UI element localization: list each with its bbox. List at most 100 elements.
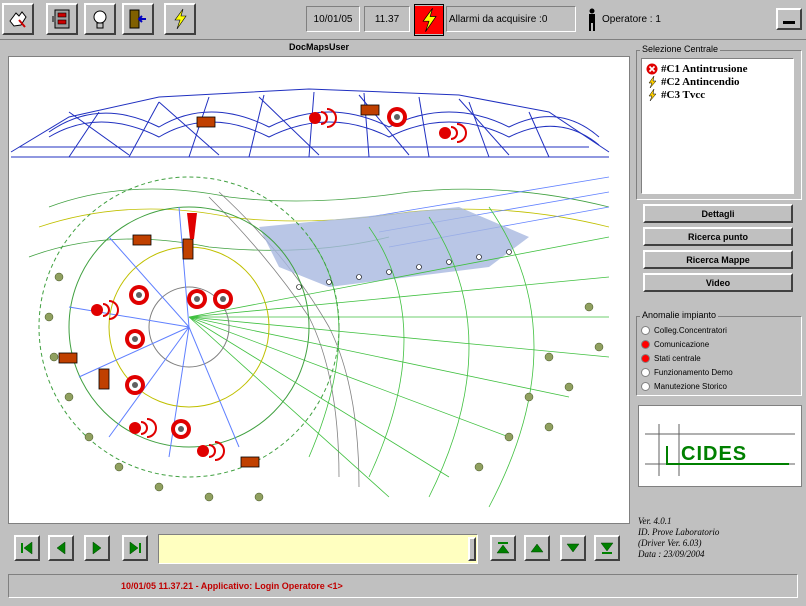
detector-icon	[187, 289, 207, 309]
version-number: Ver. 4.0.1	[638, 516, 672, 526]
lightbulb-icon	[93, 10, 107, 29]
status-bar: 10/01/05 11.37.21 - Applicativo: Login O…	[8, 574, 798, 598]
up-button[interactable]	[524, 535, 550, 561]
marker-icon	[187, 213, 197, 239]
detector-icon	[125, 329, 145, 349]
first-page-button[interactable]	[14, 535, 40, 561]
time-display: 11.37	[364, 6, 410, 32]
detector-icon	[213, 289, 233, 309]
status-indicator	[641, 339, 650, 349]
first-page-icon	[21, 541, 33, 555]
lightning-icon	[646, 75, 658, 88]
site-map-drawing	[10, 88, 610, 508]
ricerca-punto-button[interactable]: Ricerca punto	[643, 227, 793, 246]
building-elevation	[10, 88, 610, 158]
fast-down-button[interactable]	[594, 535, 620, 561]
exit-door-icon	[129, 9, 146, 29]
centrale-item-label: #C3 Tvcc	[661, 88, 706, 101]
anomaly-label: Stati centrale	[654, 353, 701, 363]
alarm-count: Allarmi da acquisire :0	[446, 6, 576, 32]
minimize-button[interactable]	[776, 8, 802, 30]
siren-icon	[140, 418, 157, 438]
camera-icon	[132, 234, 152, 246]
centrale-item-c3[interactable]: #C3 Tvcc	[646, 88, 789, 101]
cabinet-icon	[52, 9, 70, 29]
hand-pointer-icon	[9, 11, 27, 28]
door-icon	[98, 368, 110, 390]
siren-icon	[450, 123, 467, 143]
lightning-icon	[646, 88, 658, 101]
cabinet-button[interactable]	[46, 3, 78, 35]
cides-logo: CIDES	[638, 405, 802, 487]
driver-version: (Driver Ver. 6.03)	[638, 538, 702, 548]
camera-icon	[58, 352, 78, 364]
camera-icon	[196, 116, 216, 128]
lightbulb-button[interactable]	[84, 3, 116, 35]
alarm-button[interactable]	[414, 4, 444, 36]
ricerca-mappe-button[interactable]: Ricerca Mappe	[643, 250, 793, 269]
camera-icon	[240, 456, 260, 468]
shaded-area	[259, 207, 529, 287]
anomaly-funzionamento-demo: Funzionamento Demo	[641, 366, 733, 378]
previous-icon	[56, 541, 66, 555]
door-icon	[182, 238, 194, 260]
anomaly-label: Manutezione Storico	[654, 381, 727, 391]
detector-icon	[387, 107, 407, 127]
lightning-icon	[174, 8, 187, 30]
minimize-icon	[783, 21, 795, 24]
anomaly-stati-centrale: Stati centrale	[641, 352, 701, 364]
dettagli-button[interactable]: Dettagli	[643, 204, 793, 223]
lightning-button[interactable]	[164, 3, 196, 35]
centrale-item-c1[interactable]: #C1 Antintrusione	[646, 62, 789, 75]
centrale-list[interactable]: #C1 Antintrusione #C2 Antincendio #C3 Tv…	[641, 58, 794, 194]
map-title: DocMapsUser	[288, 42, 350, 52]
next-icon	[92, 541, 102, 555]
logo-text: CIDES	[681, 443, 747, 465]
camera-icon	[360, 104, 380, 116]
version-id: ID. Prove Laboratorio	[638, 527, 720, 537]
message-scrollbar[interactable]	[468, 537, 476, 561]
toolbar: 10/01/05 11.37 Allarmi da acquisire :0 O…	[0, 0, 806, 40]
anomalie-label: Anomalie impianto	[640, 310, 719, 320]
up-icon	[530, 543, 544, 553]
status-indicator	[641, 325, 650, 335]
status-indicator	[641, 367, 650, 377]
status-indicator	[641, 381, 650, 391]
detector-icon	[129, 285, 149, 305]
error-cross-icon	[646, 63, 658, 75]
status-indicator	[641, 353, 650, 363]
detector-icon	[171, 419, 191, 439]
centrale-item-label: #C1 Antintrusione	[661, 62, 748, 75]
next-button[interactable]	[84, 535, 110, 561]
centrale-item-c2[interactable]: #C2 Antincendio	[646, 75, 789, 88]
last-page-icon	[129, 541, 141, 555]
operator-label: Operatore : 1	[602, 13, 661, 25]
centrale-item-label: #C2 Antincendio	[661, 75, 740, 88]
status-message: 10/01/05 11.37.21 - Applicativo: Login O…	[121, 581, 343, 591]
anomaly-label: Colleg.Concentratori	[654, 325, 727, 335]
fast-up-button[interactable]	[490, 535, 516, 561]
version-info: Ver. 4.0.1 ID. Prove Laboratorio (Driver…	[638, 516, 802, 560]
siren-cores	[91, 112, 451, 457]
operator-icon	[582, 6, 602, 34]
previous-button[interactable]	[48, 535, 74, 561]
siren-icon	[208, 441, 225, 461]
fast-down-icon	[600, 542, 614, 554]
selezione-label: Selezione Centrale	[640, 44, 721, 54]
map-view[interactable]	[8, 56, 630, 524]
anomaly-label: Funzionamento Demo	[654, 367, 733, 377]
version-date: Data : 23/09/2004	[638, 549, 705, 559]
alarm-lightning-icon	[415, 6, 443, 34]
siren-devices	[102, 108, 467, 461]
exit-door-button[interactable]	[122, 3, 154, 35]
anomaly-comunicazione: Comunicazione	[641, 338, 709, 350]
date-display: 10/01/05	[306, 6, 360, 32]
last-page-button[interactable]	[122, 535, 148, 561]
anomaly-colleg-concentratori: Colleg.Concentratori	[641, 324, 727, 336]
down-button[interactable]	[560, 535, 586, 561]
message-box[interactable]	[158, 534, 478, 564]
video-button[interactable]: Video	[643, 273, 793, 292]
hand-pointer-button[interactable]	[2, 3, 34, 35]
anomaly-manutezione-storico: Manutezione Storico	[641, 380, 727, 392]
detector-icon	[125, 375, 145, 395]
